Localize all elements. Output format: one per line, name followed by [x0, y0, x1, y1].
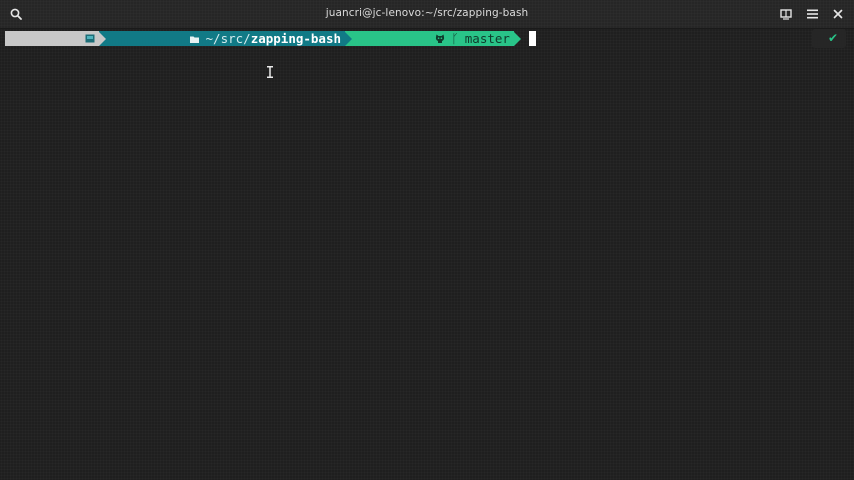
terminal-square-icon — [10, 16, 95, 61]
git-branch-icon: ᚴ — [451, 31, 459, 46]
git-segment: ᚴ master — [352, 31, 514, 46]
text-cursor — [528, 31, 536, 46]
directory-prefix: ~/src/ — [205, 31, 251, 46]
folder-icon — [114, 16, 199, 61]
split-view-icon[interactable] — [778, 6, 794, 22]
shell-prompt: ~/src/zapping-bash ᚴ master — [5, 31, 536, 46]
hamburger-menu-icon[interactable] — [804, 6, 820, 22]
os-segment — [5, 31, 100, 46]
github-cat-icon — [360, 16, 445, 61]
directory-segment-separator — [345, 31, 352, 46]
branch-name: master — [464, 31, 510, 46]
git-segment-separator — [513, 31, 521, 46]
directory-name: zapping-bash — [250, 31, 341, 46]
os-segment-separator — [99, 31, 107, 46]
terminal-area[interactable]: ~/src/zapping-bash ᚴ master ✔ — [0, 29, 854, 480]
status-ok-icon: ✔ — [827, 31, 838, 45]
terminal-window: juancri@jc-lenovo:~/src/zapping-bash ~/s… — [0, 0, 854, 480]
directory-segment: ~/src/zapping-bash — [106, 31, 345, 46]
close-icon[interactable] — [830, 6, 846, 22]
mouse-ibeam-cursor-icon — [266, 63, 274, 78]
